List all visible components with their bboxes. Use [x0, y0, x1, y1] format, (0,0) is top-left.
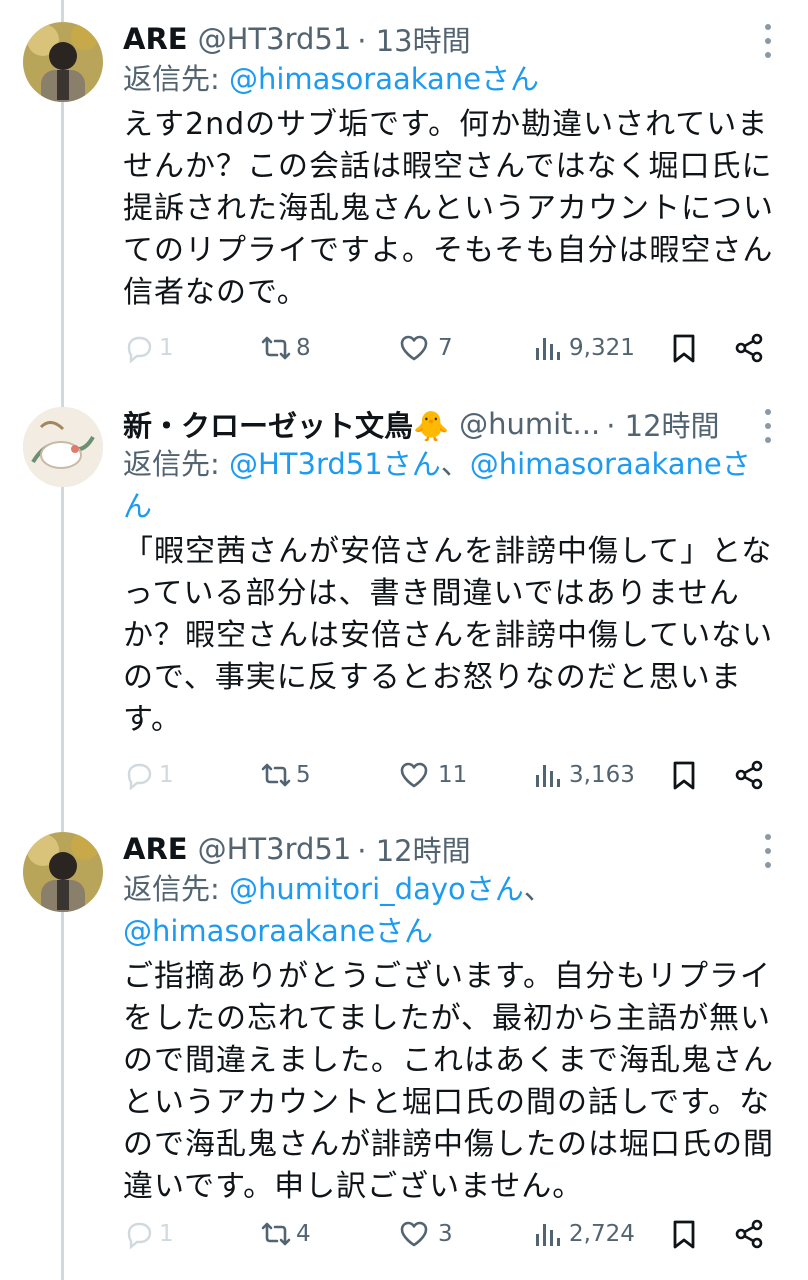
heart-icon — [400, 762, 428, 788]
bookmark-icon — [673, 1220, 695, 1249]
reply-button[interactable]: 1 — [123, 1214, 174, 1254]
replying-prefix: 返信先: — [123, 447, 229, 481]
bookmark-button[interactable] — [668, 328, 700, 368]
tweet[interactable]: ARE @HT3rd51 · 13時間 返信先: @himasoraakaneさ… — [0, 18, 808, 388]
tweet-text: ご指摘ありがとうございます。自分もリプライをしたの忘れてましたが、最初から主語が… — [123, 959, 774, 1204]
mention-link[interactable]: @himasoraakaneさん — [123, 914, 433, 948]
reply-count: 1 — [159, 762, 174, 788]
reply-icon — [127, 763, 152, 791]
like-button[interactable]: 3 — [398, 1214, 453, 1254]
avatar-photo-icon[interactable] — [23, 832, 103, 912]
more-options-icon[interactable] — [756, 24, 780, 58]
tweet-text: 「暇空茜さんが安倍さんを誹謗中傷して」となっている部分は、書き間違いではありませ… — [123, 534, 774, 737]
reply-icon — [127, 1222, 152, 1250]
views-button[interactable]: 2,724 — [533, 1214, 635, 1254]
bookmark-icon — [673, 761, 695, 790]
like-count: 11 — [438, 762, 468, 788]
heart-icon — [400, 1221, 428, 1247]
display-name[interactable]: ARE — [123, 22, 188, 56]
tweet[interactable]: 新・クローゼット文鳥🐥 @humit... · 12時間 返信先: @HT3rd… — [0, 403, 808, 813]
share-icon — [735, 760, 763, 790]
tweet-header: ARE @HT3rd51 · 13時間 — [123, 18, 758, 60]
action-bar: 1 8 7 9,321 — [123, 328, 778, 368]
views-button[interactable]: 3,163 — [533, 755, 635, 795]
share-button[interactable] — [733, 1214, 765, 1254]
replying-to: 返信先: @HT3rd51さん、@himasoraakaneさん — [123, 443, 768, 527]
tweet-text: えす2ndのサブ垢です。何か勘違いされていませんか？この会話は暇空さんではなく堀… — [123, 107, 774, 310]
views-chart-icon — [536, 1224, 560, 1246]
replying-to: 返信先: @humitori_dayoさん、 @himasoraakaneさん — [123, 868, 768, 952]
heart-icon — [400, 335, 428, 361]
tweet-header: 新・クローゼット文鳥🐥 @humit... · 12時間 — [123, 403, 758, 445]
user-handle[interactable]: @humit... — [459, 407, 600, 441]
share-button[interactable] — [733, 755, 765, 795]
timestamp[interactable]: · 13時間 — [357, 18, 470, 60]
tweet[interactable]: ARE @HT3rd51 · 12時間 返信先: @humitori_dayoさ… — [0, 828, 808, 1278]
retweet-count: 8 — [296, 335, 311, 361]
mention-separator: 、 — [440, 447, 470, 481]
mention-link[interactable]: @humitori_dayoさん — [229, 872, 524, 906]
view-count: 9,321 — [569, 335, 635, 361]
reply-button[interactable]: 1 — [123, 328, 174, 368]
avatar-illustration-icon[interactable] — [23, 407, 103, 487]
like-count: 3 — [438, 1221, 453, 1247]
tweet-header: ARE @HT3rd51 · 12時間 — [123, 828, 758, 870]
user-handle[interactable]: @HT3rd51 — [198, 832, 352, 866]
retweet-icon — [261, 763, 291, 787]
views-chart-icon — [536, 765, 560, 787]
mention-link[interactable]: @HT3rd51さん — [229, 447, 441, 481]
timestamp[interactable]: · 12時間 — [606, 403, 719, 445]
display-name[interactable]: ARE — [123, 832, 188, 866]
reply-icon — [127, 336, 152, 364]
share-icon — [735, 1219, 763, 1249]
like-button[interactable]: 11 — [398, 755, 467, 795]
action-bar: 1 4 3 2,724 — [123, 1214, 778, 1254]
views-button[interactable]: 9,321 — [533, 328, 635, 368]
more-options-icon[interactable] — [756, 834, 780, 868]
retweet-icon — [261, 1222, 291, 1246]
reply-count: 1 — [159, 335, 174, 361]
user-handle[interactable]: @HT3rd51 — [198, 22, 352, 56]
retweet-button[interactable]: 4 — [260, 1214, 311, 1254]
retweet-count: 5 — [296, 762, 311, 788]
retweet-icon — [261, 336, 291, 360]
retweet-button[interactable]: 8 — [260, 328, 311, 368]
more-options-icon[interactable] — [756, 409, 780, 443]
view-count: 3,163 — [569, 762, 635, 788]
replying-to: 返信先: @himasoraakaneさん — [123, 58, 768, 100]
share-icon — [735, 333, 763, 363]
bookmark-button[interactable] — [668, 755, 700, 795]
mention-link[interactable]: @himasoraakaneさん — [229, 62, 539, 96]
reply-count: 1 — [159, 1221, 174, 1247]
retweet-button[interactable]: 5 — [260, 755, 311, 795]
bookmark-icon — [673, 334, 695, 363]
reply-button[interactable]: 1 — [123, 755, 174, 795]
mention-separator: 、 — [523, 872, 553, 906]
retweet-count: 4 — [296, 1221, 311, 1247]
display-name[interactable]: 新・クローゼット文鳥🐥 — [123, 403, 449, 445]
bookmark-button[interactable] — [668, 1214, 700, 1254]
views-chart-icon — [536, 338, 560, 360]
like-button[interactable]: 7 — [398, 328, 453, 368]
replying-prefix: 返信先: — [123, 872, 229, 906]
share-button[interactable] — [733, 328, 765, 368]
view-count: 2,724 — [569, 1221, 635, 1247]
timestamp[interactable]: · 12時間 — [357, 828, 470, 870]
avatar-photo-icon[interactable] — [23, 22, 103, 102]
like-count: 7 — [438, 335, 453, 361]
action-bar: 1 5 11 3,163 — [123, 755, 778, 795]
replying-prefix: 返信先: — [123, 62, 229, 96]
